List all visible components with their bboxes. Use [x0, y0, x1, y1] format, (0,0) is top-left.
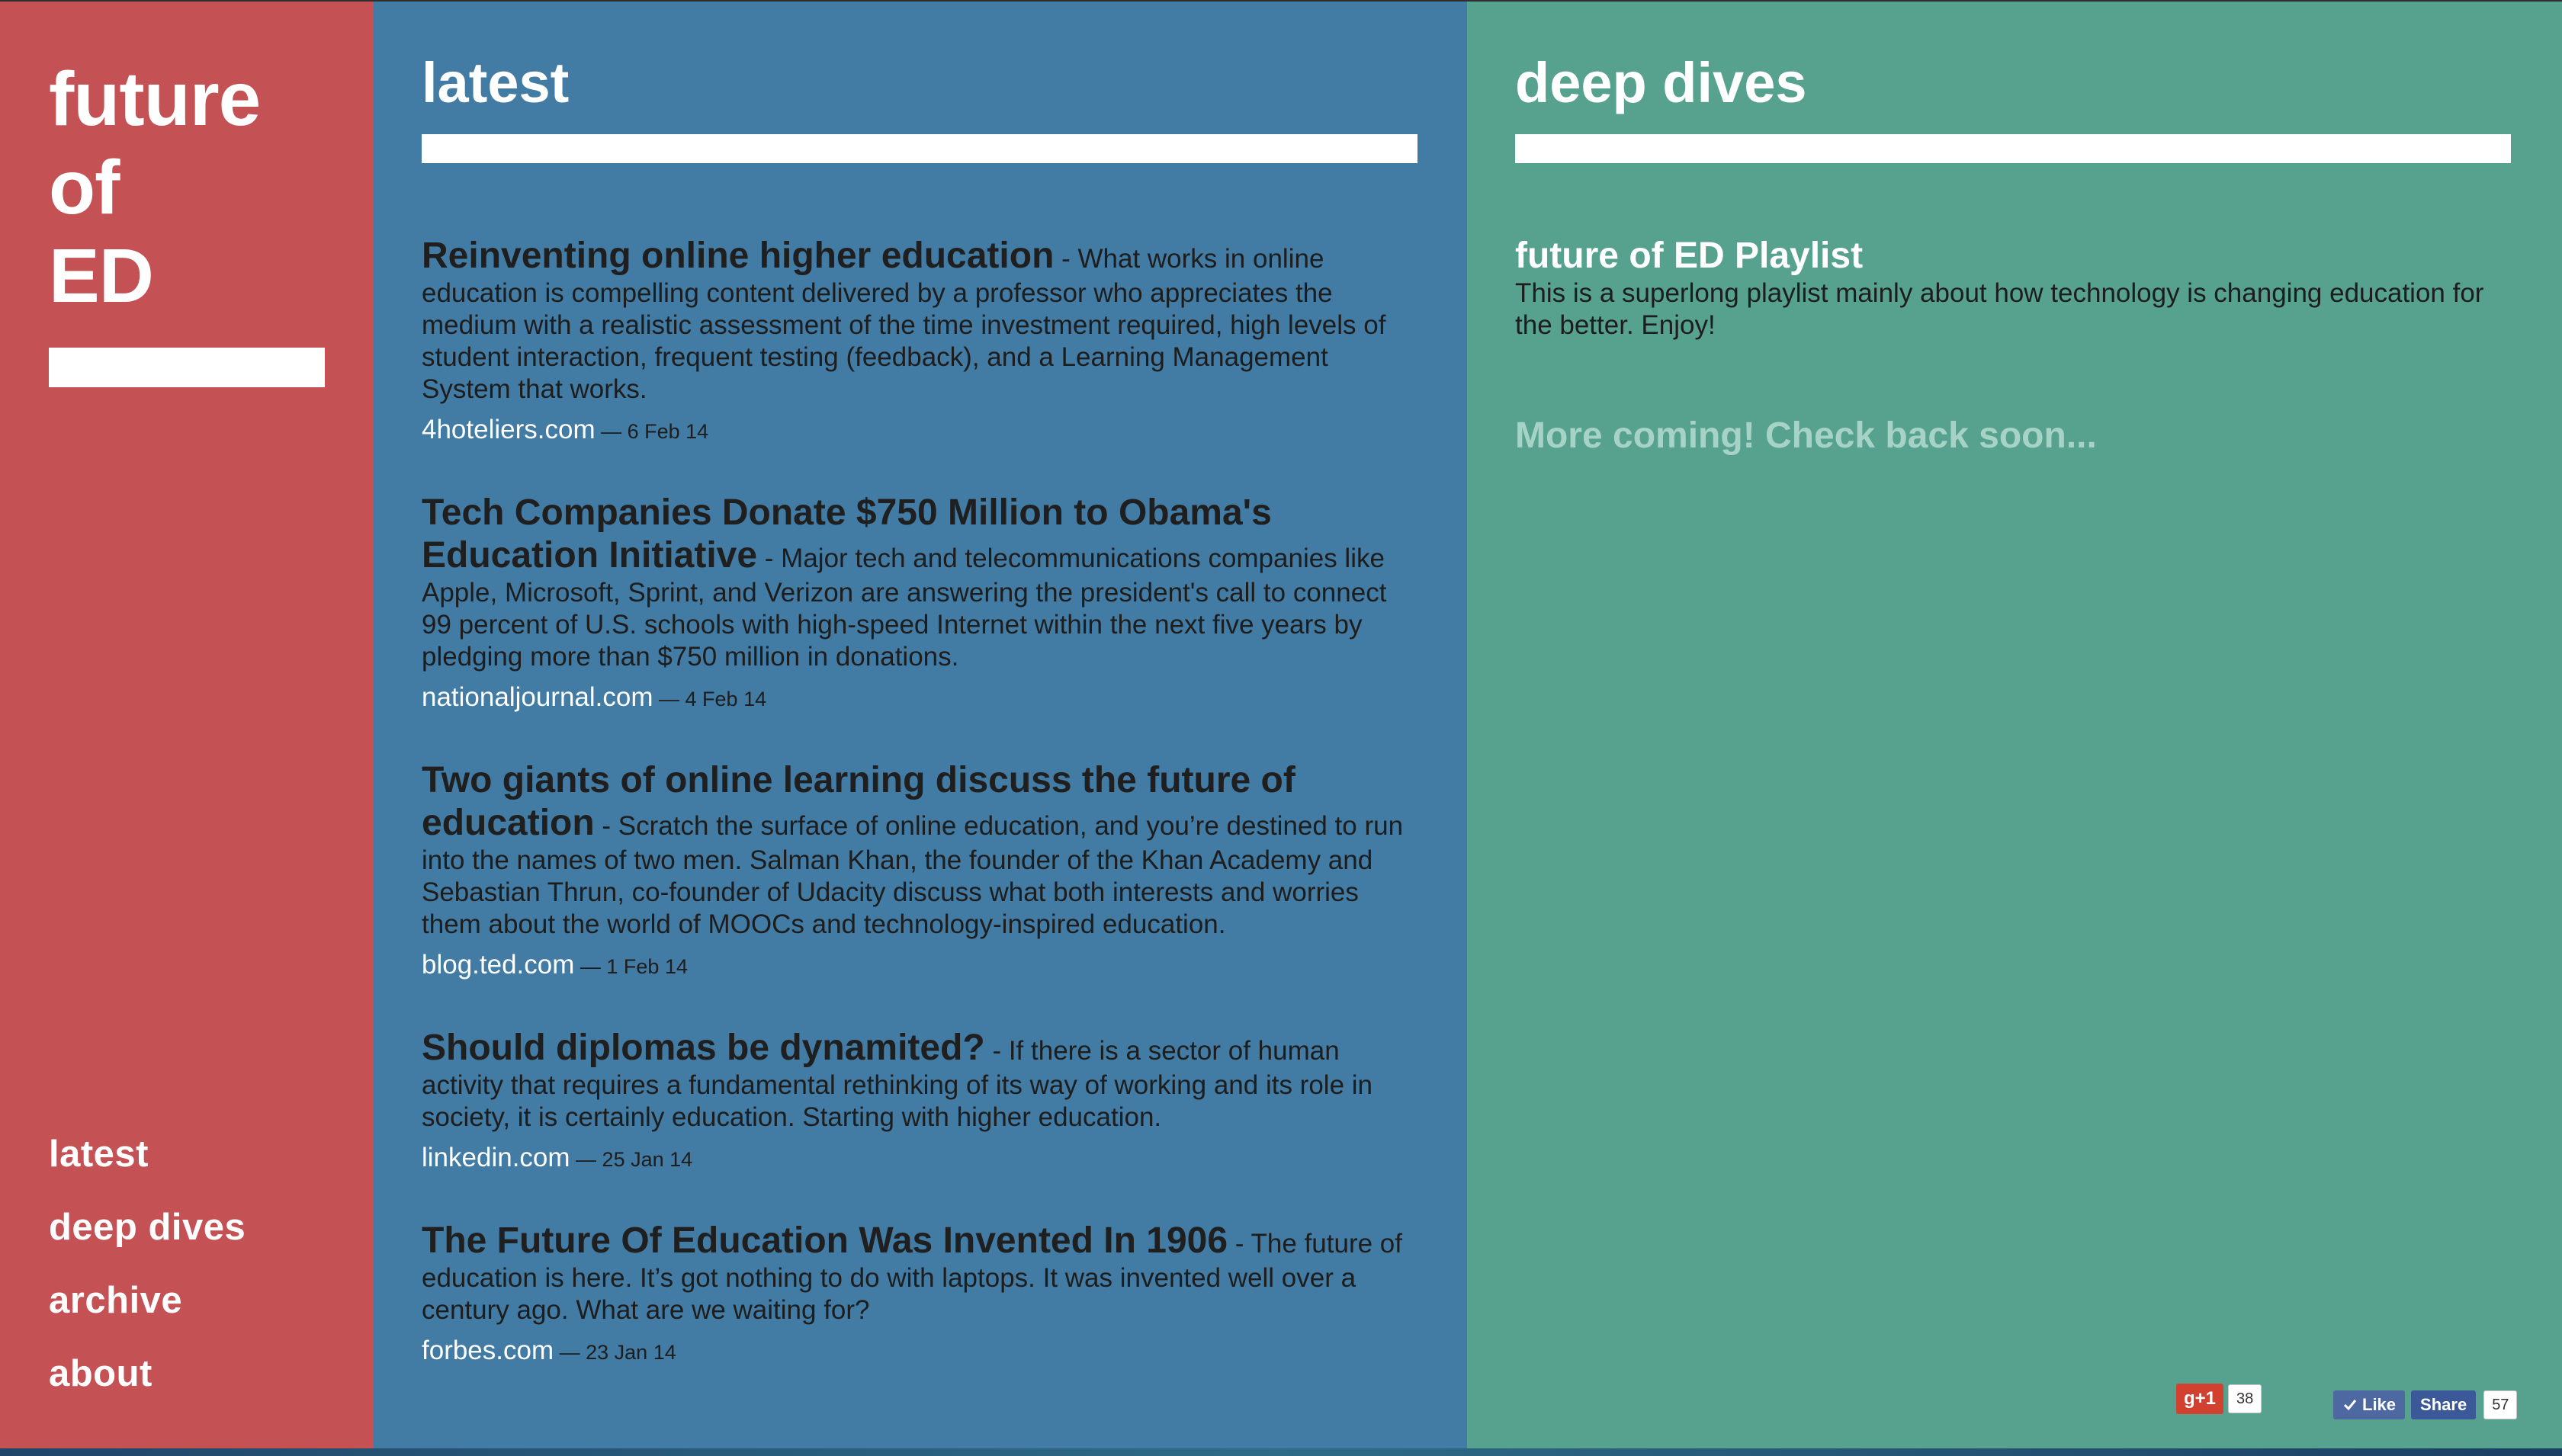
logo-line-2: of: [49, 145, 120, 230]
check-icon: [2343, 1400, 2357, 1411]
article-source-link[interactable]: nationaljournal.com: [422, 682, 653, 712]
article-item: Two giants of online learning discuss th…: [422, 759, 1421, 982]
deep-dives-heading-bar: [1515, 134, 2511, 163]
article-meta: nationaljournal.com — 4 Feb 14: [422, 682, 1421, 714]
nav-link-latest[interactable]: latest: [49, 1131, 246, 1178]
deep-dives-column: deep dives future of ED Playlist This is…: [1467, 0, 2562, 1448]
logo-line-1: future: [49, 56, 261, 142]
article-title-link[interactable]: Should diplomas be dynamited?: [422, 1028, 985, 1068]
article-source-link[interactable]: forbes.com: [422, 1336, 554, 1365]
article-date: — 1 Feb 14: [574, 955, 688, 978]
nav-item-latest: latest: [49, 1131, 246, 1178]
sidebar: future of ED latest deep dives archive a…: [0, 0, 374, 1448]
article-source-link[interactable]: 4hoteliers.com: [422, 415, 596, 444]
article-meta: blog.ted.com — 1 Feb 14: [422, 950, 1421, 982]
article-text: The Future Of Education Was Invented In …: [422, 1220, 1421, 1326]
google-plus-count: 38: [2228, 1384, 2262, 1413]
article-meta: 4hoteliers.com — 6 Feb 14: [422, 415, 1421, 447]
playlist-title-link[interactable]: future of ED Playlist: [1515, 235, 2514, 277]
nav-link-about[interactable]: about: [49, 1351, 246, 1397]
article-meta: linkedin.com — 25 Jan 14: [422, 1143, 1421, 1175]
main-nav: latest deep dives archive about: [49, 1131, 246, 1424]
latest-heading-bar: [422, 134, 1417, 163]
playlist-item: future of ED Playlist This is a superlon…: [1515, 235, 2514, 342]
article-text: Reinventing online higher education - Wh…: [422, 235, 1421, 406]
article-date: — 23 Jan 14: [554, 1341, 676, 1364]
article-list: Reinventing online higher education - Wh…: [422, 235, 1421, 1413]
nav-link-deep-dives[interactable]: deep dives: [49, 1204, 246, 1251]
article-text: Two giants of online learning discuss th…: [422, 759, 1421, 941]
latest-heading: latest: [422, 51, 570, 114]
logo-line-3: ED: [49, 233, 154, 319]
article-date: — 25 Jan 14: [570, 1148, 693, 1171]
article-item: The Future Of Education Was Invented In …: [422, 1220, 1421, 1368]
app-root: future of ED latest deep dives archive a…: [0, 0, 2562, 1448]
playlist-description: This is a superlong playlist mainly abou…: [1515, 278, 2484, 340]
article-text: Tech Companies Donate $750 Million to Ob…: [422, 492, 1421, 673]
logo-underline-bar: [49, 348, 325, 387]
facebook-widget: Like Share 57: [2333, 1390, 2518, 1419]
article-title-link[interactable]: The Future Of Education Was Invented In …: [422, 1220, 1228, 1261]
nav-item-deep-dives: deep dives: [49, 1204, 246, 1251]
article-meta: forbes.com — 23 Jan 14: [422, 1336, 1421, 1368]
article-item: Tech Companies Donate $750 Million to Ob…: [422, 492, 1421, 714]
article-source-link[interactable]: linkedin.com: [422, 1143, 570, 1172]
article-title-link[interactable]: Reinventing online higher education: [422, 236, 1054, 276]
facebook-share-count: 57: [2483, 1390, 2518, 1419]
article-item: Should diplomas be dynamited? - If there…: [422, 1027, 1421, 1175]
site-logo[interactable]: future of ED: [49, 55, 261, 320]
deep-dives-heading: deep dives: [1515, 51, 1807, 114]
article-date: — 4 Feb 14: [653, 688, 767, 710]
nav-item-archive: archive: [49, 1278, 246, 1324]
facebook-like-label: Like: [2362, 1395, 2397, 1414]
google-plus-one-button[interactable]: g+1: [2176, 1384, 2223, 1414]
article-date: — 6 Feb 14: [595, 420, 709, 443]
facebook-like-button[interactable]: Like: [2333, 1390, 2406, 1419]
nav-link-archive[interactable]: archive: [49, 1278, 246, 1324]
article-item: Reinventing online higher education - Wh…: [422, 235, 1421, 447]
facebook-share-button[interactable]: Share: [2411, 1390, 2477, 1419]
google-plus-widget: g+1 38: [2176, 1384, 2262, 1414]
article-text: Should diplomas be dynamited? - If there…: [422, 1027, 1421, 1134]
latest-column: latest Reinventing online higher educati…: [374, 0, 1467, 1448]
more-coming-notice: More coming! Check back soon...: [1515, 415, 2097, 456]
window-bottom-edge: [0, 1448, 2562, 1456]
nav-item-about: about: [49, 1351, 246, 1397]
article-source-link[interactable]: blog.ted.com: [422, 950, 574, 980]
